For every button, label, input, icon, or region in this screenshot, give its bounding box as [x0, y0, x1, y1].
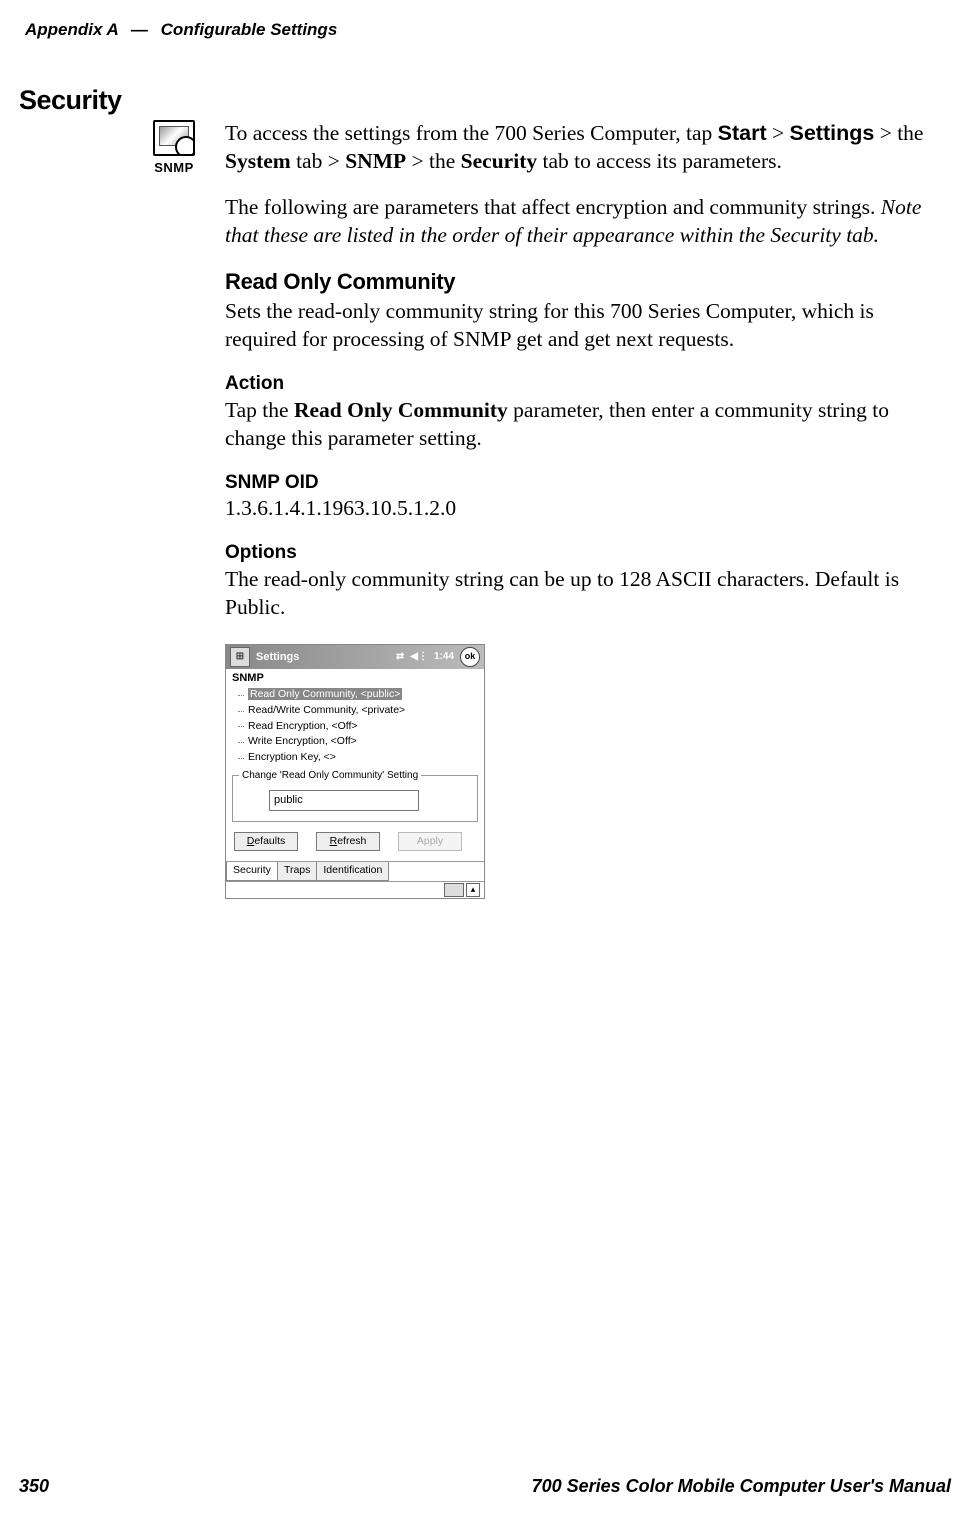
speaker-icon: ◀⋮: [410, 650, 428, 663]
app-title: SNMP: [226, 669, 484, 685]
section-heading-security: Security: [19, 85, 122, 116]
header-dash: —: [123, 20, 156, 39]
heading-options: Options: [225, 541, 940, 566]
oid-value: 1.3.6.1.4.1.1963.10.5.1.2.0: [225, 495, 940, 523]
tab-bar: Security Traps Identification: [226, 861, 484, 881]
intro-paragraph-2: The following are parameters that affect…: [225, 194, 940, 250]
system-tray: ⇄ ◀⋮ 1:44 ok: [396, 647, 480, 667]
device-screenshot: ⊞ Settings ⇄ ◀⋮ 1:44 ok SNMP Read Only C…: [225, 644, 485, 899]
ui-system-tab: System: [225, 149, 291, 173]
manual-title: 700 Series Color Mobile Computer User's …: [532, 1476, 951, 1497]
page: Appendix A — Configurable Settings Secur…: [0, 0, 975, 1521]
apply-button: Apply: [398, 832, 462, 852]
snmp-icon-label: SNMP: [150, 160, 198, 175]
tab-security[interactable]: Security: [226, 862, 278, 881]
snmp-icon: [153, 120, 195, 156]
running-header: Appendix A — Configurable Settings: [25, 20, 950, 40]
tree-item-read-write-community[interactable]: Read/Write Community, <private>: [238, 703, 478, 719]
appendix-label: Appendix A: [25, 20, 118, 39]
titlebar: ⊞ Settings ⇄ ◀⋮ 1:44 ok: [226, 645, 484, 669]
running-footer: 350 700 Series Color Mobile Computer Use…: [19, 1476, 951, 1497]
tree-item-read-only-community[interactable]: Read Only Community, <public>: [238, 687, 478, 703]
button-row: Defaults Refresh Apply: [226, 826, 484, 854]
param-read-only-community: Read Only Community: [294, 398, 508, 422]
heading-action: Action: [225, 372, 940, 397]
refresh-rest: efresh: [337, 835, 366, 847]
tree-item-encryption-key[interactable]: Encryption Key, <>: [238, 750, 478, 766]
community-input[interactable]: public: [269, 790, 419, 810]
tree-item-read-encryption[interactable]: Read Encryption, <Off>: [238, 719, 478, 735]
ui-snmp: SNMP: [345, 149, 406, 173]
page-number: 350: [19, 1476, 49, 1497]
settings-tree: Read Only Community, <public> Read/Write…: [226, 685, 484, 771]
clock: 1:44: [434, 650, 454, 663]
header-title: Configurable Settings: [161, 20, 338, 39]
group-title: Change 'Read Only Community' Setting: [239, 769, 421, 782]
defaults-button[interactable]: Defaults: [234, 832, 298, 852]
ok-button[interactable]: ok: [460, 647, 480, 667]
keyboard-icon[interactable]: [444, 883, 464, 897]
sip-bar: ▴: [226, 881, 484, 898]
heading-snmp-oid: SNMP OID: [225, 471, 940, 496]
window-title: Settings: [256, 650, 396, 664]
content-column: To access the settings from the 700 Seri…: [225, 120, 940, 899]
ui-settings: Settings: [790, 121, 875, 145]
snmp-icon-block: SNMP: [150, 120, 198, 175]
heading-read-only-community: Read Only Community: [225, 268, 940, 297]
start-icon[interactable]: ⊞: [230, 647, 250, 667]
tab-traps[interactable]: Traps: [277, 862, 317, 881]
ui-security-tab: Security: [461, 149, 537, 173]
intro-paragraph-1: To access the settings from the 700 Seri…: [225, 120, 940, 176]
change-setting-group: Change 'Read Only Community' Setting pub…: [232, 775, 478, 821]
sip-up-icon[interactable]: ▴: [466, 883, 480, 897]
tab-identification[interactable]: Identification: [316, 862, 389, 881]
refresh-button[interactable]: Refresh: [316, 832, 380, 852]
action-body: Tap the Read Only Community parameter, t…: [225, 397, 940, 453]
roc-body: Sets the read-only community string for …: [225, 298, 940, 354]
options-body: The read-only community string can be up…: [225, 566, 940, 622]
tree-item-write-encryption[interactable]: Write Encryption, <Off>: [238, 734, 478, 750]
connectivity-icon: ⇄: [396, 650, 404, 663]
defaults-rest: efaults: [254, 835, 285, 847]
ui-start: Start: [718, 121, 767, 145]
